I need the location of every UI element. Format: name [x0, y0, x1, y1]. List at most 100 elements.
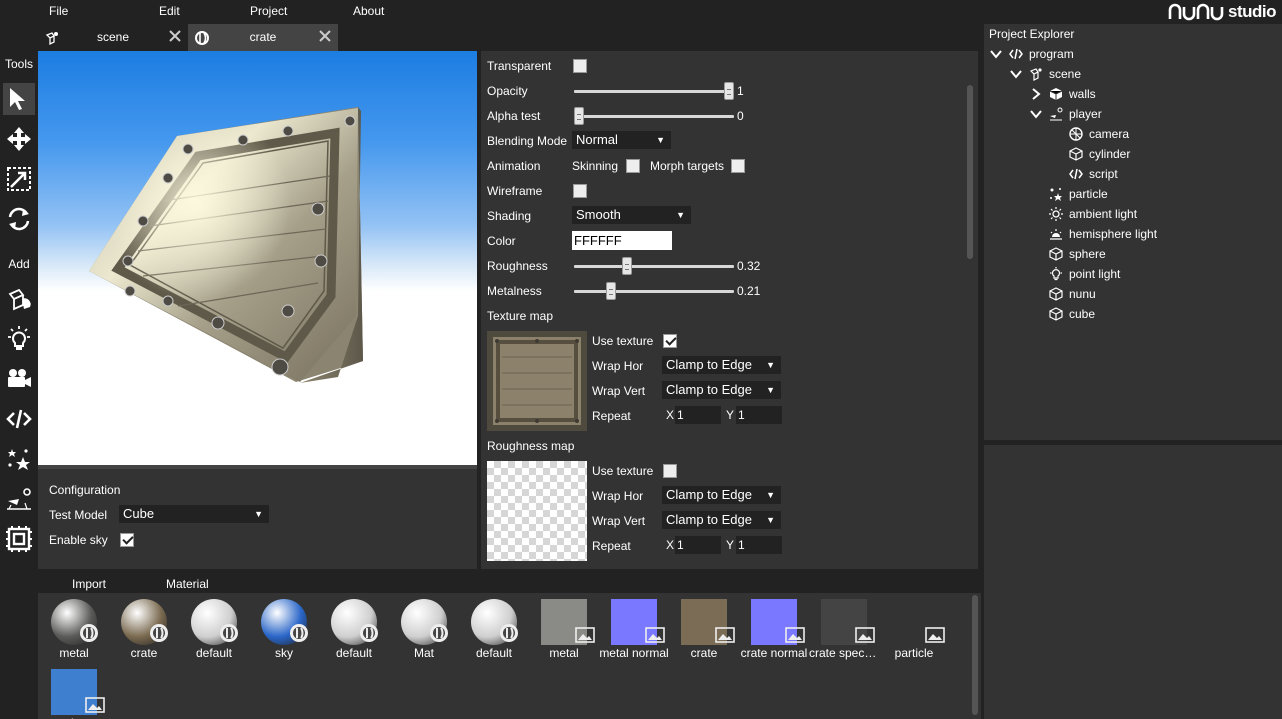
- move-tool-button[interactable]: [3, 123, 35, 155]
- animation-label: Animation: [487, 159, 541, 173]
- texture-use-checkbox[interactable]: [663, 334, 677, 348]
- roughness-repeat-y-input[interactable]: 1: [736, 536, 782, 554]
- asset-item[interactable]: crate: [669, 595, 739, 665]
- roughness-map-preview[interactable]: [487, 461, 587, 561]
- opacity-slider[interactable]: [574, 90, 734, 93]
- add-light-button[interactable]: [3, 323, 35, 355]
- import-menu[interactable]: Import: [72, 577, 106, 591]
- asset-item[interactable]: sky: [249, 595, 319, 665]
- close-icon[interactable]: [318, 29, 332, 43]
- material-menu[interactable]: Material: [166, 577, 209, 591]
- asset-item[interactable]: metal normal: [599, 595, 669, 665]
- assets-scrollbar[interactable]: [972, 595, 978, 715]
- roughness-wrap-hor-select[interactable]: Clamp to Edge ▼: [662, 486, 781, 504]
- roughness-repeat-x-input[interactable]: 1: [675, 536, 721, 554]
- alpha-test-value: 0: [737, 109, 744, 123]
- test-model-select[interactable]: Cube ▼: [119, 505, 269, 523]
- texture-map-preview[interactable]: [487, 331, 587, 431]
- asset-item[interactable]: default: [319, 595, 389, 665]
- asset-item[interactable]: default: [179, 595, 249, 665]
- roughness-slider[interactable]: [574, 265, 734, 268]
- roughness-wrap-vert-select[interactable]: Clamp to Edge ▼: [662, 511, 781, 529]
- asset-item[interactable]: metal: [39, 595, 109, 665]
- material-badge-icon: [500, 624, 518, 642]
- asset-item[interactable]: particle: [879, 595, 949, 665]
- add-script-button[interactable]: [3, 403, 35, 435]
- tree-label: cube: [1069, 307, 1096, 321]
- metalness-slider-thumb[interactable]: [605, 282, 616, 300]
- tab-crate[interactable]: crate: [188, 24, 338, 51]
- add-model-icon: [8, 288, 31, 311]
- chevron-down-icon: ▼: [766, 360, 775, 370]
- add-camera-button[interactable]: [3, 363, 35, 395]
- chevron-down-icon[interactable]: [989, 47, 1003, 61]
- alpha-test-slider[interactable]: [574, 115, 734, 118]
- roughness-slider-thumb[interactable]: [622, 257, 632, 275]
- opacity-slider-thumb[interactable]: [724, 82, 734, 100]
- tree-item-hemisphere-light[interactable]: hemisphere light: [1049, 224, 1157, 244]
- transparent-checkbox[interactable]: [573, 59, 587, 73]
- configuration-panel: Configuration Test Model Cube ▼ Enable s…: [38, 469, 477, 569]
- texture-repeat-y-input[interactable]: 1: [736, 406, 782, 424]
- roughness-repeat-y-label: Y: [726, 538, 735, 552]
- wireframe-checkbox[interactable]: [573, 184, 587, 198]
- asset-item[interactable]: crate normal: [739, 595, 809, 665]
- properties-scrollbar[interactable]: [967, 85, 973, 259]
- add-camera-icon: [8, 369, 31, 387]
- blending-mode-select[interactable]: Normal ▼: [572, 131, 671, 149]
- menu-project[interactable]: Project: [250, 4, 287, 18]
- tree-item-camera[interactable]: camera: [1069, 124, 1129, 144]
- add-model-button[interactable]: [3, 283, 35, 315]
- scale-tool-button[interactable]: [3, 163, 35, 195]
- asset-item[interactable]: crate specular: [809, 595, 879, 665]
- close-icon[interactable]: [168, 29, 182, 43]
- tab-scene[interactable]: scene: [38, 24, 188, 51]
- menu-about[interactable]: About: [353, 4, 384, 18]
- chevron-down-icon[interactable]: [1009, 67, 1023, 81]
- skinning-checkbox[interactable]: [626, 159, 640, 173]
- tree-item-sphere[interactable]: sphere: [1049, 244, 1106, 264]
- roughness-use-checkbox[interactable]: [663, 464, 677, 478]
- menu-edit[interactable]: Edit: [159, 4, 180, 18]
- tree-item-scene[interactable]: scene: [1009, 64, 1081, 84]
- metalness-slider[interactable]: [574, 290, 734, 293]
- tree-item-cube[interactable]: cube: [1049, 304, 1095, 324]
- tree-item-particle[interactable]: particle: [1049, 184, 1108, 204]
- enable-sky-checkbox[interactable]: [120, 533, 134, 547]
- tree-item-nunu[interactable]: nunu: [1049, 284, 1096, 304]
- shading-select[interactable]: Smooth ▼: [572, 206, 691, 224]
- alpha-test-slider-thumb[interactable]: [574, 107, 584, 125]
- material-preview-viewport[interactable]: [38, 51, 477, 465]
- tree-item-player[interactable]: player: [1029, 104, 1102, 124]
- tree-item-program[interactable]: program: [989, 44, 1074, 64]
- texture-repeat-x-input[interactable]: 1: [675, 406, 721, 424]
- asset-item[interactable]: metal: [529, 595, 599, 665]
- tree-item-script[interactable]: script: [1069, 164, 1118, 184]
- chevron-down-icon[interactable]: [1029, 107, 1043, 121]
- tree-item-point-light[interactable]: point light: [1049, 264, 1120, 284]
- color-input[interactable]: FFFFFF: [572, 231, 672, 250]
- project-explorer: Project Explorer program scene walls pla…: [984, 24, 1282, 440]
- tree-item-cylinder[interactable]: cylinder: [1069, 144, 1130, 164]
- asset-name: default: [195, 646, 233, 660]
- material-badge-icon: [80, 624, 98, 642]
- rotate-tool-button[interactable]: [3, 203, 35, 235]
- menu-file[interactable]: File: [49, 4, 68, 18]
- add-physics-button[interactable]: [3, 483, 35, 515]
- tree-item-walls[interactable]: walls: [1029, 84, 1096, 104]
- add-effects-button[interactable]: [3, 443, 35, 475]
- bulb-icon: [1050, 267, 1062, 281]
- morph-targets-checkbox[interactable]: [731, 159, 745, 173]
- chevron-right-icon[interactable]: [1029, 87, 1043, 101]
- asset-item[interactable]: default: [459, 595, 529, 665]
- texture-wrap-vert-select[interactable]: Clamp to Edge ▼: [662, 381, 781, 399]
- select-tool-button[interactable]: [3, 83, 35, 115]
- image-badge-icon: [855, 627, 875, 643]
- asset-item[interactable]: crate: [109, 595, 179, 665]
- roughness-repeat-x-label: X: [666, 538, 675, 552]
- texture-wrap-hor-select[interactable]: Clamp to Edge ▼: [662, 356, 781, 374]
- add-ui-button[interactable]: [3, 523, 35, 555]
- asset-item[interactable]: sky: [39, 665, 109, 719]
- tree-item-ambient-light[interactable]: ambient light: [1049, 204, 1137, 224]
- asset-item[interactable]: Mat: [389, 595, 459, 665]
